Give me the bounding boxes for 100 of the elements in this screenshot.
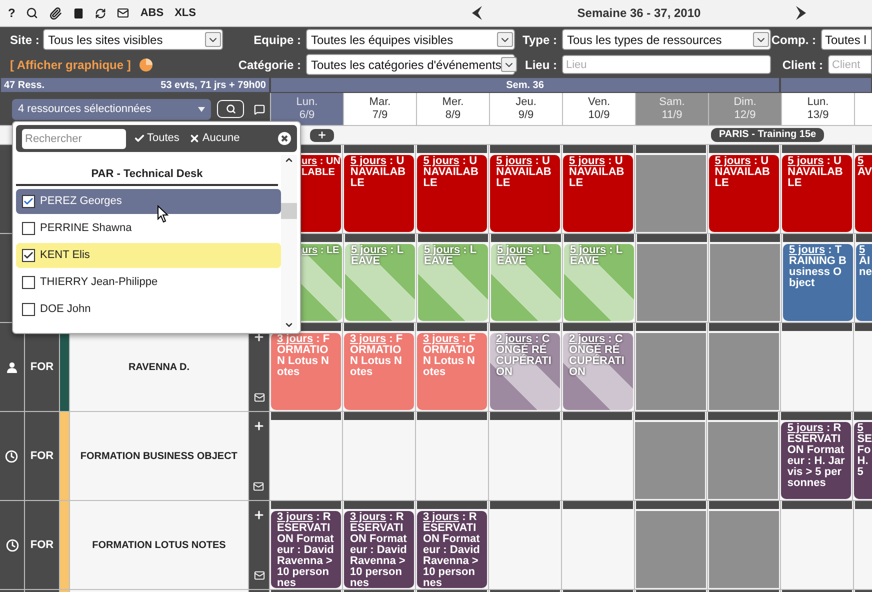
day-name: Mar. [369, 96, 391, 109]
event-label: 5 jours : UNAVAILABLE [496, 156, 552, 189]
resource-code: FOR [30, 448, 54, 464]
duration-link[interactable]: 5 jours [569, 155, 606, 167]
duration-link[interactable]: 3 jours [277, 511, 314, 523]
event-card[interactable]: 3 jours : RESERVATION Formateur : David Ravenna > 10 personnes [417, 511, 487, 588]
event-label: urs : LE [302, 245, 340, 256]
resource-name: FORMATION LOTUS NOTES [92, 538, 226, 552]
select-none-button[interactable]: Aucune [189, 130, 240, 147]
resource-name: FORMATION BUSINESS OBJECT [80, 450, 238, 464]
day-date: 11/9 [662, 109, 682, 122]
week-label: Sem. 36 [506, 78, 544, 92]
event-label: 3 jours : RESERVATION Formateur : David Ravenna > 10 personnes [423, 512, 481, 588]
duration-link[interactable]: 3 jours [423, 511, 460, 523]
day-name: Dim. [734, 96, 756, 109]
day-name: Lun. [296, 96, 318, 109]
event-label: SE [857, 434, 872, 445]
option-label: DOE John [40, 302, 91, 318]
event-label: AV [858, 167, 872, 178]
day-name: Ven. [588, 96, 610, 109]
client-field[interactable]: Client [828, 55, 872, 74]
duration-link[interactable]: 5 [858, 156, 864, 167]
duration-link[interactable]: 5 jours [787, 422, 824, 434]
day-date: 6/9 [299, 109, 315, 122]
chart-link[interactable]: [ Afficher graphique ] [10, 58, 131, 72]
period-title: Semaine 36 - 37, 2010 [576, 5, 702, 22]
duration-link[interactable]: 5 jours [714, 155, 751, 167]
day-date: 12/9 [734, 109, 756, 122]
event-label: 3 jours : FORMATION Lotus Notes [277, 334, 331, 378]
duration-link[interactable]: urs [302, 156, 318, 167]
day-date: 10/9 [588, 109, 610, 122]
day-date: 9/9 [518, 109, 534, 122]
place-field[interactable]: Lieu [562, 55, 771, 74]
filter-label: Client : [781, 56, 824, 74]
event-card[interactable]: 5 AV [854, 155, 872, 232]
resource-option[interactable]: DOE John [16, 297, 281, 322]
duration-link[interactable]: 5 jours [789, 244, 826, 256]
event-label: 3 jours : FORMATION Lotus Notes [350, 334, 404, 378]
day-name: Mer. [442, 96, 464, 109]
event-card[interactable]: 5 jours : UNAVAILABLE [782, 155, 852, 232]
totals-summary: 53 evts, 71 jrs + 79h00 [160, 78, 266, 92]
event-card[interactable]: 5 SE Fo H. 5 [854, 422, 872, 499]
filter-label: Lieu : [524, 56, 558, 74]
filter-label: Site : [10, 32, 40, 48]
day-name: Lun. [807, 96, 829, 109]
resource-count: 47 Ress. [4, 78, 45, 92]
event-card[interactable]: 5 jours : UNAVAILABLE [344, 155, 414, 232]
location-badge: PARIS - Training 15e [711, 128, 824, 142]
day-date: 13/9 [807, 109, 829, 122]
duration-link[interactable]: 5 [859, 245, 866, 256]
duration-link[interactable]: 5 jours [423, 155, 460, 167]
dropdown-select[interactable]: Toutes les catégories d'événements [306, 54, 515, 75]
duration-link[interactable]: 5 jours [788, 155, 824, 167]
event-label: 5 [857, 467, 864, 478]
option-label: PEREZ Georges [40, 194, 122, 210]
duration-link[interactable]: 5 jours [496, 155, 532, 167]
event-label: 5 jours : UNAVAILABLE [788, 156, 844, 189]
event-card[interactable]: 5 jours : TRAINING Business Object [783, 244, 853, 321]
export-button[interactable]: ABS [140, 4, 164, 22]
event-card[interactable]: 5 jours : UNAVAILABLE [490, 155, 560, 232]
resource-option[interactable]: KENT Elis [16, 243, 281, 268]
event-label: 5 jours : UNAVAILABLE [569, 156, 626, 189]
resource-code: FOR [30, 538, 54, 553]
search-field[interactable]: Rechercher [22, 128, 126, 148]
event-label: 2 jours : CONGÉ RÉCUPÉRATION [496, 334, 552, 378]
select-all-button[interactable]: Toutes [134, 130, 180, 147]
resource-option[interactable]: PEREZ Georges [16, 189, 281, 214]
dropdown-select[interactable]: Tous les sites visibles [43, 29, 223, 50]
event-label: 5 jours : UNAVAILABLE [423, 156, 480, 189]
event-label: 5 jours : RESERVATION Formateur : H. Jarvis > 5 personnes [787, 423, 846, 489]
filter-label: Catégorie : [237, 56, 302, 74]
duration-link[interactable]: 5 jours [350, 155, 386, 167]
event-card[interactable]: 3 jours : RESERVATION Formateur : David Ravenna > 10 personnes [344, 511, 414, 588]
event-card[interactable]: 5 AI ne [856, 244, 872, 321]
event-label: Fo [857, 445, 871, 456]
event-label: 2 jours : CONGÉ RÉCUPÉRATION [569, 334, 626, 378]
resource-name: RAVENNA D. [128, 360, 190, 374]
export-button[interactable]: XLS [174, 4, 196, 22]
resource-selector[interactable]: 4 ressources sélectionnées [12, 98, 211, 120]
filter-label: Equipe : [252, 32, 302, 48]
filter-label: Type : [522, 32, 558, 48]
dropdown-select[interactable]: Tous les types de ressources [562, 29, 771, 50]
event-label: 5 jours : TRAINING Business Object [789, 245, 847, 289]
dropdown-select[interactable]: Toutes les équipes visibles [306, 29, 515, 50]
dropdown-select[interactable]: Toutes l [821, 29, 872, 50]
event-card[interactable]: 5 jours : RESERVATION Formateur : H. Jarvis > 5 personnes [781, 422, 852, 499]
help-button[interactable]: ? [8, 4, 16, 22]
event-label: 5 jours : UNAVAILABLE [714, 156, 771, 189]
event-label: 5 jours : UNAVAILABLE [350, 156, 407, 189]
duration-link[interactable]: 3 jours [350, 511, 386, 523]
event-card[interactable]: 3 jours : RESERVATION Formateur : David Ravenna > 10 personnes [271, 511, 341, 588]
duration-link[interactable]: 5 [857, 423, 864, 434]
resource-option[interactable]: PERRINE Shawna [16, 216, 281, 241]
event-card[interactable]: 5 jours : UNAVAILABLE [708, 155, 779, 232]
event-label: 3 jours : RESERVATION Formateur : David Ravenna > 10 personnes [277, 512, 335, 588]
event-card[interactable]: urs : UN LABLE [300, 155, 342, 232]
filter-label: Comp. : [771, 32, 817, 48]
resource-option[interactable]: THIERRY Jean-Philippe [16, 270, 281, 295]
event-card[interactable]: 5 jours : UNAVAILABLE [563, 155, 633, 232]
event-card[interactable]: 5 jours : UNAVAILABLE [417, 155, 488, 232]
